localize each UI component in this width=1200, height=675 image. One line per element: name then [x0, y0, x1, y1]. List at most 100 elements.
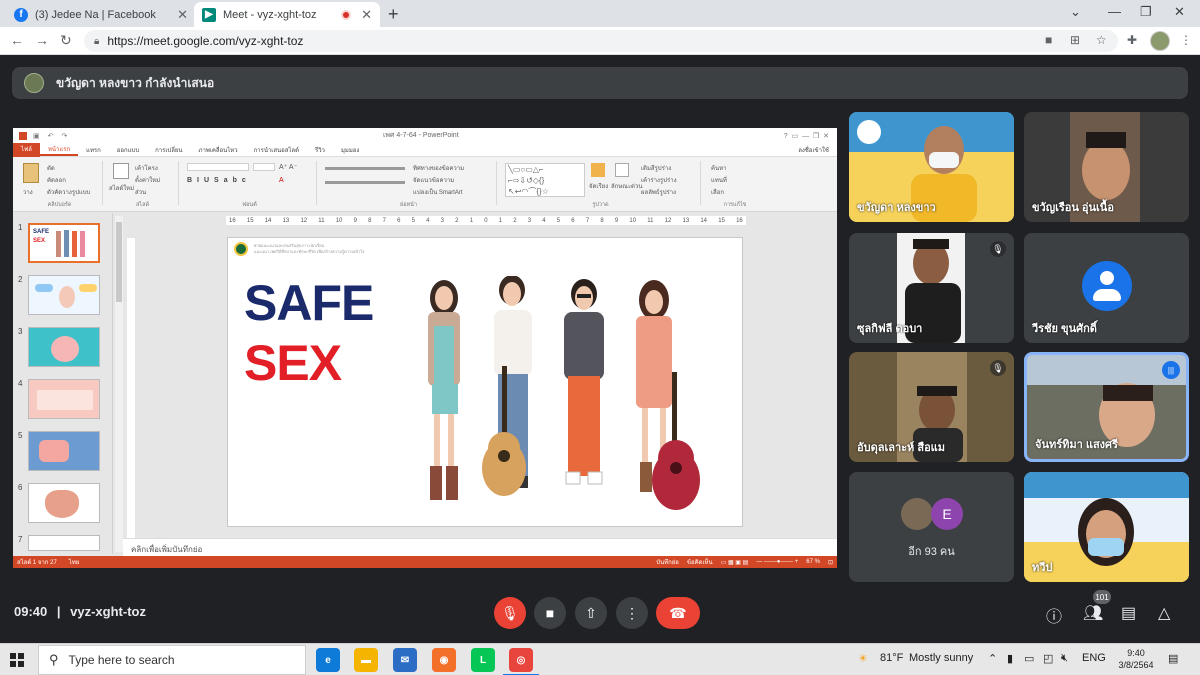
firefox-icon[interactable]: ◉ — [432, 648, 456, 672]
notes-pane[interactable]: คลิกเพื่อเพิ่มบันทึกย่อ — [123, 538, 837, 556]
status-notes-button[interactable]: บันทึกย่อ — [656, 557, 679, 567]
bookmark-star-icon[interactable]: ☆ — [1096, 33, 1107, 47]
ppt-tab-insert[interactable]: แทรก — [78, 145, 109, 155]
menu-icon[interactable]: ⋮ — [1180, 33, 1192, 47]
slide-thumbnail-6[interactable] — [28, 483, 100, 523]
ribbon-section[interactable]: ส่วน — [135, 187, 146, 197]
ribbon-find[interactable]: ค้นหา — [711, 163, 726, 173]
weather-text[interactable]: Mostly sunny — [909, 652, 973, 664]
close-window-button[interactable]: ✕ — [1174, 4, 1185, 20]
slide-thumbnail-3[interactable] — [28, 327, 100, 367]
ppt-tab-review[interactable]: รีวิว — [307, 145, 333, 155]
view-buttons[interactable]: ▭ ▦ ▣ ▤ — [721, 559, 749, 566]
ppt-tab-transitions[interactable]: การเปลี่ยน — [147, 145, 190, 155]
font-format-buttons[interactable]: BIUSabc — [187, 177, 251, 184]
extensions-icon[interactable]: ✚ — [1127, 33, 1137, 47]
people-icon[interactable]: 👥︎ — [1083, 603, 1103, 623]
ribbon-quick-styles[interactable]: ลักษณะด่วน — [611, 181, 642, 191]
taskbar-search[interactable]: ⚲ Type here to search — [38, 645, 306, 675]
slide-thumbnail-1[interactable]: SAFE SEX — [28, 223, 100, 263]
fit-slide-icon[interactable]: ⊡ — [828, 559, 833, 566]
reload-button[interactable]: ↻ — [60, 32, 72, 49]
edge-icon[interactable]: e — [316, 648, 340, 672]
ppt-tab-file[interactable]: ไฟล์ — [13, 142, 40, 157]
status-comments-button[interactable]: ข้อคิดเห็น — [687, 557, 713, 567]
thumbnail-scrollbar[interactable] — [115, 216, 123, 552]
close-tab-icon[interactable]: ✕ — [361, 7, 372, 23]
ribbon-align-text[interactable]: จัดแนวข้อความ — [413, 175, 454, 185]
participant-tile[interactable]: ทวีป — [1024, 472, 1189, 582]
weather-temp[interactable]: 81°F — [880, 652, 903, 664]
paragraph-list-icons[interactable] — [325, 167, 405, 170]
scrollbar-thumb[interactable] — [116, 222, 122, 302]
activities-icon[interactable]: △ — [1158, 603, 1170, 623]
tab-meet[interactable]: ▶ Meet - vyz-xght-toz ✕ — [194, 2, 380, 27]
ribbon-copy[interactable]: คัดลอก — [47, 175, 66, 185]
ribbon-replace[interactable]: แทนที่ — [711, 175, 727, 185]
zoom-slider[interactable]: — ───●─── + — [756, 559, 798, 565]
profile-avatar[interactable] — [1150, 31, 1170, 51]
slide-thumbnail-2[interactable] — [28, 275, 100, 315]
ribbon-layout[interactable]: เค้าโครง — [135, 163, 158, 173]
camera-toggle-button[interactable]: ■ — [534, 597, 566, 629]
new-tab-button[interactable]: + — [388, 4, 399, 25]
font-name-select[interactable] — [187, 163, 249, 171]
minimize-button[interactable]: — — [1108, 4, 1121, 19]
slide-thumbnail-7[interactable] — [28, 535, 100, 551]
present-now-button[interactable]: ⇧ — [575, 597, 607, 629]
participant-tile[interactable]: 🎙︎ อับดุลเลาะห์ สือแม — [849, 352, 1014, 462]
back-button[interactable]: ← — [10, 32, 24, 48]
chrome-icon[interactable]: ◎ — [503, 648, 539, 675]
leave-call-button[interactable]: ☎︎ — [656, 597, 700, 629]
ppt-tab-home[interactable]: หน้าแรก — [39, 144, 79, 156]
battery-icon[interactable]: ▭ — [1024, 652, 1034, 665]
ribbon-format-painter[interactable]: ตัวคัดวางรูปแบบ — [47, 187, 90, 197]
ribbon-text-direction[interactable]: ทิศทางของข้อความ — [413, 163, 464, 173]
notifications-icon[interactable]: ▤ — [1168, 652, 1178, 665]
font-size-select[interactable] — [253, 163, 275, 171]
network-icon[interactable]: ◰ — [1043, 652, 1053, 665]
ribbon-shape-effects[interactable]: ผลลัพธ์รูปร่าง — [641, 187, 676, 197]
ribbon-arrange[interactable]: จัดเรียง — [589, 181, 608, 191]
close-tab-icon[interactable]: ✕ — [177, 7, 188, 23]
restore-button[interactable]: ❐ — [1140, 4, 1152, 20]
redo-icon[interactable]: ↷ — [62, 132, 68, 140]
mic-toggle-button[interactable]: 🎙︎ — [494, 597, 526, 629]
paragraph-align-icons[interactable] — [325, 181, 405, 184]
slide-thumbnail-4[interactable] — [28, 379, 100, 419]
participant-tile[interactable]: วีรชัย ขุนศักดิ์ — [1024, 233, 1189, 343]
ribbon-paste-label[interactable]: วาง — [23, 187, 33, 197]
language-indicator[interactable]: ENG — [1082, 652, 1106, 664]
participant-tile[interactable]: ขวัญดา หลงขาว — [849, 112, 1014, 222]
save-icon[interactable]: ▣ — [33, 132, 40, 140]
slide-thumbnail-5[interactable] — [28, 431, 100, 471]
ppt-tab-animations[interactable]: ภาพเคลื่อนไหว — [191, 145, 246, 155]
shapes-gallery[interactable]: ╲▭○▭△⌐ ⌐⇨⇩↺◇{} ↖↩◠⌒{}☆ — [505, 163, 585, 197]
volume-muted-icon[interactable]: 🔇︎ — [1061, 652, 1068, 665]
chat-icon[interactable]: ▤ — [1121, 603, 1136, 623]
address-bar[interactable]: 🔒︎ https://meet.google.com/vyz-xght-toz — [84, 30, 1118, 52]
ppt-tab-view[interactable]: มุมมอง — [333, 145, 367, 155]
camera-icon[interactable]: ■ — [1045, 33, 1052, 47]
ribbon-smartart[interactable]: แปลงเป็น SmartArt — [413, 187, 463, 197]
slide-canvas[interactable]: ฝ่ายแนะแนวและส่งเสริมสุขภาวะนักเรียน แนะ… — [227, 237, 743, 527]
translate-icon[interactable]: ⊞ — [1070, 33, 1080, 47]
font-color-icon[interactable]: A — [279, 177, 284, 184]
meeting-info-icon[interactable]: ⓘ — [1046, 603, 1062, 627]
undo-icon[interactable]: ↶ — [48, 132, 54, 140]
ppt-tab-design[interactable]: ออกแบบ — [109, 145, 147, 155]
participant-tile[interactable]: ||| จันทร์ทิมา แสงศรี — [1024, 352, 1189, 462]
paste-icon[interactable] — [23, 163, 39, 183]
taskbar-clock[interactable]: 9:40 3/8/2564 — [1116, 647, 1156, 671]
ribbon-cut[interactable]: ตัด — [47, 163, 55, 173]
forward-button[interactable]: → — [35, 32, 49, 48]
arrange-icon[interactable] — [591, 163, 605, 177]
ribbon-shape-fill[interactable]: เติมสีรูปร่าง — [641, 163, 671, 173]
tab-facebook[interactable]: f (3) Jedee Na | Facebook ✕ — [6, 2, 196, 27]
ribbon-new-slide[interactable]: สไลด์ใหม่ — [109, 183, 134, 193]
windows-start-icon[interactable] — [10, 653, 24, 667]
tray-chevron-icon[interactable]: ⌃ — [988, 652, 997, 665]
more-options-button[interactable]: ⋮ — [616, 597, 648, 629]
ribbon-shape-outline[interactable]: เค้าร่างรูปร่าง — [641, 175, 677, 185]
mail-icon[interactable]: ✉ — [393, 648, 417, 672]
